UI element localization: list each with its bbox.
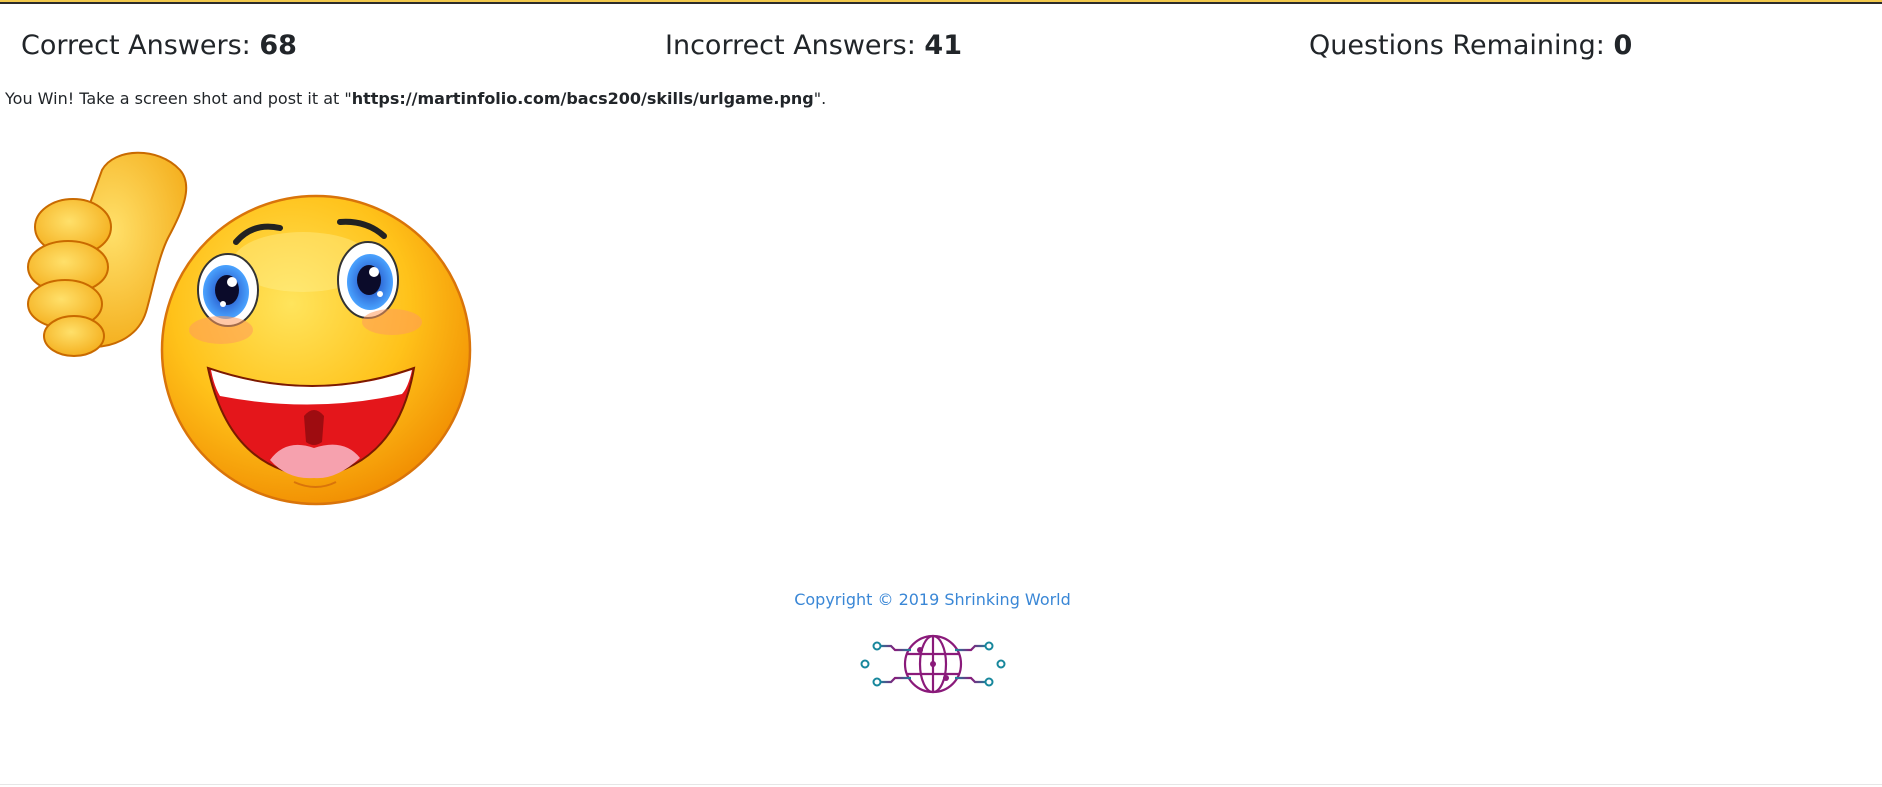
incorrect-answers-value: 41: [924, 30, 962, 61]
thumb-hand: [27, 151, 188, 357]
questions-remaining-stat: Questions Remaining: 0: [1309, 30, 1632, 61]
correct-answers-label: Correct Answers:: [21, 30, 251, 61]
win-message-suffix: ".: [813, 89, 827, 108]
copyright-link[interactable]: Copyright © 2019 Shrinking World: [794, 590, 1071, 609]
incorrect-answers-stat: Incorrect Answers: 41: [665, 30, 962, 61]
questions-remaining-label: Questions Remaining:: [1309, 30, 1605, 61]
questions-remaining-value: 0: [1613, 30, 1633, 61]
win-message: You Win! Take a screen shot and post it …: [5, 89, 826, 108]
scoreboard: Correct Answers: 68 Incorrect Answers: 4…: [0, 30, 1882, 78]
win-message-prefix: You Win! Take a screen shot and post it …: [5, 89, 352, 108]
screenshot-url: https://martinfolio.com/bacs200/skills/u…: [351, 89, 814, 108]
smiley-face: [160, 194, 472, 506]
top-accent-bar: [0, 0, 1882, 4]
correct-answers-value: 68: [259, 30, 297, 61]
footer: Copyright © 2019 Shrinking World: [0, 590, 1865, 609]
correct-answers-stat: Correct Answers: 68: [21, 30, 297, 61]
incorrect-answers-label: Incorrect Answers:: [665, 30, 916, 61]
page-bottom-divider: [0, 784, 1882, 785]
thumbs-up-smiley-icon: [27, 151, 472, 506]
globe-circuit-logo-icon: [860, 634, 1006, 694]
